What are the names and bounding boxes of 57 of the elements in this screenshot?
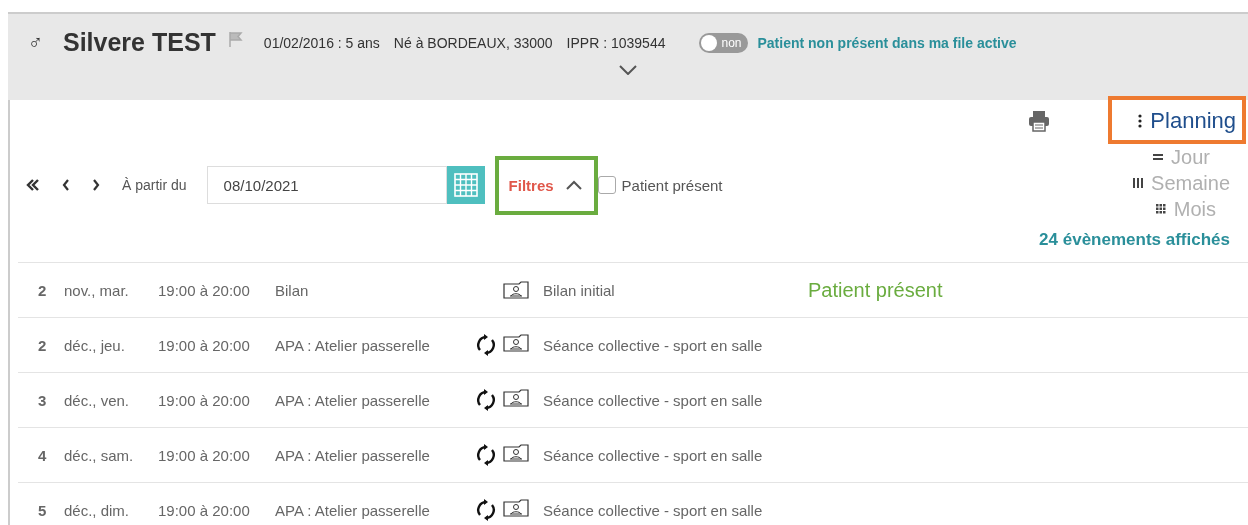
- event-type: Bilan: [275, 281, 310, 299]
- event-time: 19:00 à 20:00: [158, 281, 251, 299]
- event-month-weekday: nov., mar.: [63, 281, 130, 299]
- active-queue-toggle[interactable]: non: [699, 32, 748, 53]
- event-type: APA : Atelier passerelle: [275, 501, 431, 519]
- person-card-icon: [503, 444, 529, 462]
- event-type: APA : Atelier passerelle: [275, 391, 431, 409]
- first-page-icon[interactable]: [26, 179, 40, 191]
- annotation-text: Patient présent: [808, 279, 943, 302]
- event-title: Séance collective - sport en salle: [543, 391, 763, 409]
- grid-icon: [1155, 204, 1166, 214]
- event-day: 2: [18, 281, 54, 299]
- person-card-icon: [503, 389, 529, 407]
- event-day: 5: [18, 501, 54, 519]
- birthplace: Né à BORDEAUX, 33000: [393, 34, 553, 51]
- event-title: Bilan initial: [543, 281, 615, 299]
- view-option[interactable]: Mois: [1155, 196, 1216, 222]
- event-month-weekday: déc., dim.: [63, 501, 131, 519]
- person-card-icon: [503, 281, 529, 299]
- event-title: Séance collective - sport en salle: [543, 336, 763, 354]
- event-day: 2: [18, 336, 54, 354]
- date-field[interactable]: 08/10/2021: [206, 166, 447, 204]
- event-time: 19:00 à 20:00: [158, 391, 251, 409]
- event-month-weekday: déc., jeu.: [63, 336, 126, 354]
- patient-present-checkbox[interactable]: Patient présent: [597, 176, 723, 194]
- event-day: 3: [18, 391, 54, 409]
- print-icon[interactable]: [1028, 110, 1051, 132]
- next-icon[interactable]: [92, 179, 100, 191]
- person-card-icon: [503, 499, 529, 517]
- event-day: 4: [18, 446, 54, 464]
- list-icon: [1153, 152, 1164, 162]
- chevron-up-icon: [565, 180, 582, 190]
- columns-icon: [1133, 178, 1144, 188]
- event-type: APA : Atelier passerelle: [275, 446, 431, 464]
- view-option[interactable]: Semaine: [1133, 170, 1230, 196]
- chevron-down-icon[interactable]: [619, 65, 637, 75]
- start-date-label: À partir du: [122, 177, 187, 193]
- event-time: 19:00 à 20:00: [158, 501, 251, 519]
- event-title: Séance collective - sport en salle: [543, 446, 763, 464]
- event-time: 19:00 à 20:00: [158, 336, 251, 354]
- event-count: 24 évènements affichés: [1039, 230, 1230, 250]
- person-card-icon: [503, 334, 529, 352]
- sex-symbol: ♂: [28, 31, 43, 54]
- event-month-weekday: déc., ven.: [63, 391, 131, 409]
- previous-icon[interactable]: [62, 179, 70, 191]
- event-time: 19:00 à 20:00: [158, 446, 251, 464]
- active-queue-status: Patient non présent dans ma file active: [757, 34, 1017, 51]
- patient-name: Silvere TEST: [63, 28, 216, 57]
- planning-menu-button[interactable]: Planning: [1110, 104, 1244, 138]
- filters-button[interactable]: Filtres: [496, 166, 594, 204]
- kebab-menu-icon: [1138, 114, 1143, 128]
- event-type: APA : Atelier passerelle: [275, 336, 431, 354]
- view-option[interactable]: Jour: [1153, 144, 1210, 170]
- birth-date: 01/02/2016 : 5 ans: [263, 34, 380, 51]
- ippr-number: IPPR : 1039544: [566, 34, 666, 51]
- event-month-weekday: déc., sam.: [63, 446, 135, 464]
- event-title: Séance collective - sport en salle: [543, 501, 763, 519]
